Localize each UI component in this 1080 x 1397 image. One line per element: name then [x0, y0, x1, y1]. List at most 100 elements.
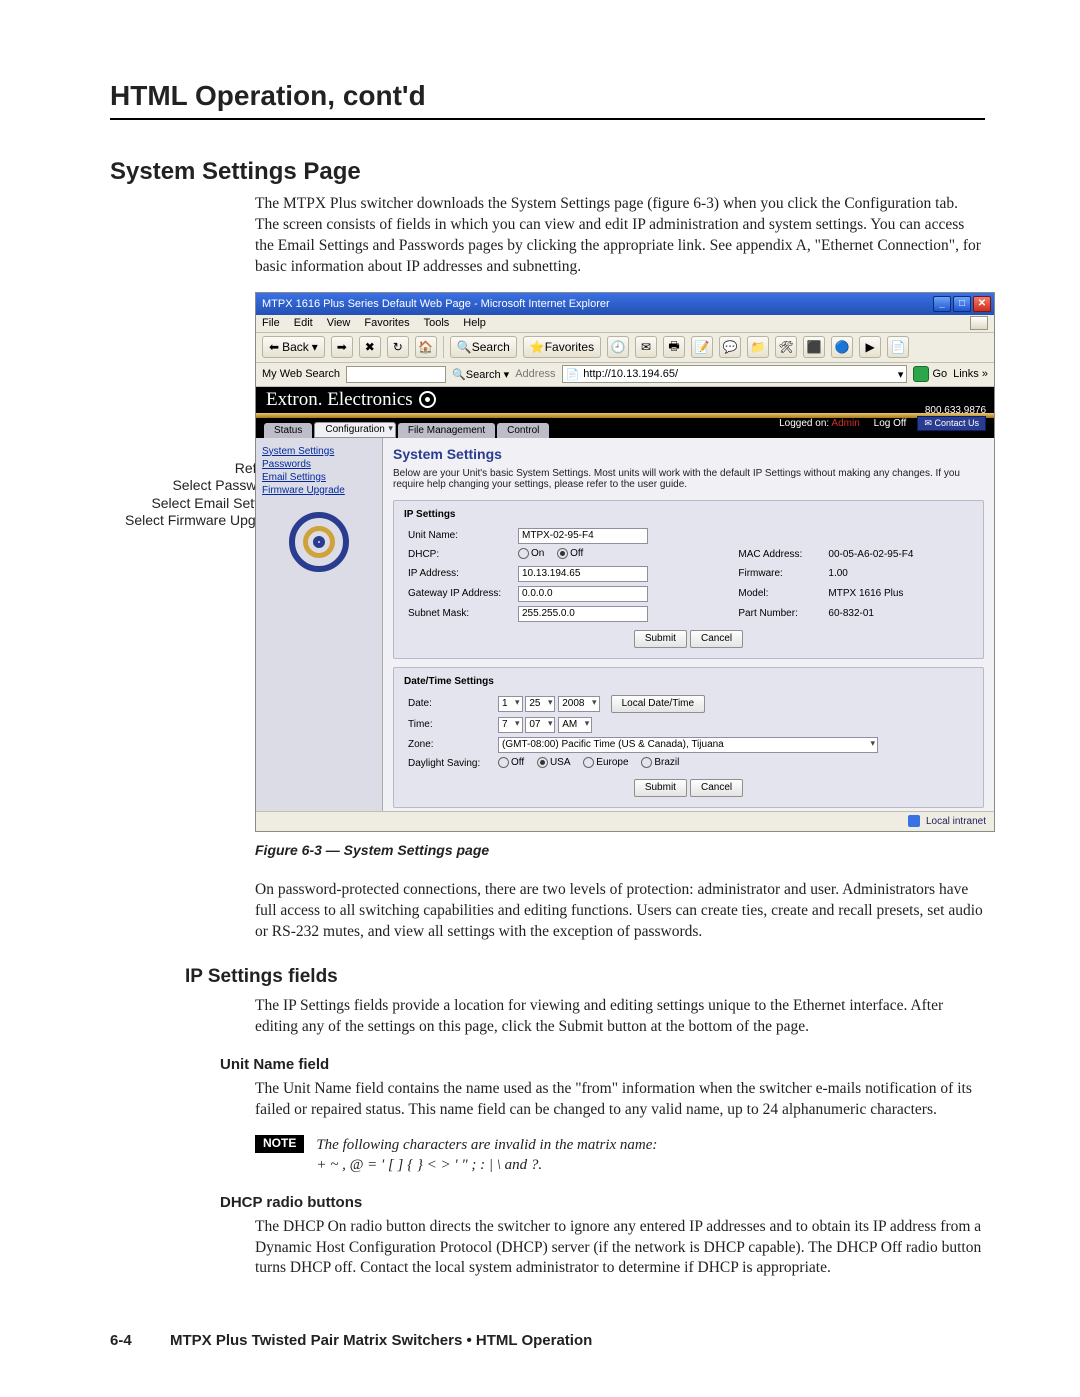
stop-button[interactable]: ✖: [359, 336, 381, 358]
section-unit-name: Unit Name field: [220, 1056, 985, 1073]
tab-file-management[interactable]: File Management: [398, 423, 495, 438]
time-ampm-select[interactable]: AM: [558, 717, 592, 733]
note-box: NOTE The following characters are invali…: [255, 1135, 985, 1176]
dt-submit-button[interactable]: Submit: [634, 779, 687, 797]
ip-label: IP Address:: [404, 564, 514, 584]
back-button[interactable]: ⬅ Back ▾: [262, 336, 325, 358]
unit-name-field[interactable]: MTPX-02-95-F4: [518, 528, 648, 544]
home-button[interactable]: 🏠: [415, 336, 437, 358]
subnet-field[interactable]: 255.255.0.0: [518, 606, 648, 622]
zone-label: Zone:: [404, 735, 494, 755]
model-label: Model:: [734, 584, 824, 604]
search-button[interactable]: 🔍 Search: [450, 336, 517, 358]
tab-configuration[interactable]: Configuration: [314, 422, 395, 438]
favorites-label: Favorites: [545, 340, 594, 354]
ds-usa-label: USA: [550, 757, 571, 768]
local-datetime-button[interactable]: Local Date/Time: [611, 695, 705, 713]
tab-status[interactable]: Status: [264, 423, 312, 438]
tb-icon-2[interactable]: 🛠: [775, 336, 797, 358]
dhcp-text: The DHCP On radio button directs the swi…: [255, 1217, 985, 1280]
menu-tools[interactable]: Tools: [424, 317, 450, 329]
model-value: MTPX 1616 Plus: [824, 584, 973, 604]
ds-off-radio[interactable]: Off: [498, 757, 524, 768]
ip-settings-title: IP Settings: [404, 509, 973, 520]
menu-favorites[interactable]: Favorites: [364, 317, 409, 329]
dhcp-off-label: Off: [570, 548, 583, 559]
date-month-select[interactable]: 1: [498, 696, 523, 712]
menu-view[interactable]: View: [327, 317, 351, 329]
forward-button[interactable]: ➡: [331, 336, 353, 358]
part-label: Part Number:: [734, 604, 824, 624]
dt-cancel-button[interactable]: Cancel: [690, 779, 743, 797]
tb-icon-1[interactable]: 📁: [747, 336, 769, 358]
fw-value: 1.00: [824, 564, 973, 584]
menu-help[interactable]: Help: [463, 317, 486, 329]
maximize-button[interactable]: □: [953, 296, 971, 312]
sidebar: System Settings Passwords Email Settings…: [256, 438, 383, 811]
url-text: http://10.13.194.65/: [583, 368, 678, 380]
logged-on-label: Logged on:: [779, 418, 829, 429]
sidebar-item-firmware[interactable]: Firmware Upgrade: [262, 485, 376, 496]
menu-file[interactable]: File: [262, 317, 280, 329]
links-label[interactable]: Links »: [953, 368, 988, 380]
sidebar-item-passwords[interactable]: Passwords: [262, 459, 376, 470]
date-day-select[interactable]: 25: [525, 696, 555, 712]
url-input[interactable]: 📄 http://10.13.194.65/ ▾: [562, 365, 908, 383]
contact-us-button[interactable]: ✉ Contact Us: [917, 416, 986, 431]
tb-icon-4[interactable]: 🔵: [831, 336, 853, 358]
time-label: Time:: [404, 715, 494, 735]
discuss-button[interactable]: 💬: [719, 336, 741, 358]
mac-label: MAC Address:: [734, 546, 824, 564]
mail-button[interactable]: ✉: [635, 336, 657, 358]
statusbar: Local intranet: [256, 811, 994, 831]
date-label: Date:: [404, 693, 494, 715]
myweb-search-button[interactable]: 🔍Search ▾: [452, 368, 509, 381]
gw-field[interactable]: 0.0.0.0: [518, 586, 648, 602]
go-label: Go: [932, 368, 947, 380]
time-min-select[interactable]: 07: [525, 717, 555, 733]
ds-eu-radio[interactable]: Europe: [583, 757, 628, 768]
ip-submit-button[interactable]: Submit: [634, 630, 687, 648]
ip-cancel-button[interactable]: Cancel: [690, 630, 743, 648]
figure-caption: Figure 6-3 — System Settings page: [255, 842, 985, 858]
ds-label: Daylight Saving:: [404, 755, 494, 773]
ds-usa-radio[interactable]: USA: [537, 757, 571, 768]
menu-edit[interactable]: Edit: [294, 317, 313, 329]
favorites-button[interactable]: ⭐ Favorites: [523, 336, 601, 358]
ip-field[interactable]: 10.13.194.65: [518, 566, 648, 582]
sidebar-logo-icon: [289, 512, 349, 572]
print-button[interactable]: 🖶: [663, 336, 685, 358]
address-label: Address: [515, 368, 555, 380]
page-title: HTML Operation, cont'd: [110, 80, 985, 120]
main-title: System Settings: [393, 446, 984, 462]
date-year-select[interactable]: 2008: [558, 696, 599, 712]
radio-icon: [557, 548, 568, 559]
radio-icon: [583, 757, 594, 768]
close-button[interactable]: ✕: [973, 296, 991, 312]
zone-select[interactable]: (GMT-08:00) Pacific Time (US & Canada), …: [498, 737, 878, 753]
refresh-button[interactable]: ↻: [387, 336, 409, 358]
tb-icon-3[interactable]: ⬛: [803, 336, 825, 358]
tb-icon-6[interactable]: 📄: [887, 336, 909, 358]
edit-button[interactable]: 📝: [691, 336, 713, 358]
logoff-link[interactable]: Log Off: [874, 418, 907, 429]
tb-icon-5[interactable]: ▶: [859, 336, 881, 358]
note-badge: NOTE: [255, 1135, 304, 1153]
go-button[interactable]: Go: [913, 366, 947, 382]
tab-control[interactable]: Control: [497, 423, 549, 438]
page-number: 6-4: [110, 1332, 150, 1349]
brand-logo-icon: [419, 391, 436, 408]
dhcp-off-radio[interactable]: Off: [557, 548, 583, 559]
ie-throbber-icon: [970, 316, 988, 330]
minimize-button[interactable]: _: [933, 296, 951, 312]
ds-br-radio[interactable]: Brazil: [641, 757, 679, 768]
myweb-input[interactable]: [346, 366, 446, 383]
sidebar-item-email[interactable]: Email Settings: [262, 472, 376, 483]
time-hour-select[interactable]: 7: [498, 717, 523, 733]
section-ip-fields: IP Settings fields: [185, 966, 985, 988]
radio-icon: [537, 757, 548, 768]
history-button[interactable]: 🕘: [607, 336, 629, 358]
zone-icon: [908, 815, 920, 827]
dhcp-on-radio[interactable]: On: [518, 548, 544, 559]
sidebar-item-system[interactable]: System Settings: [262, 446, 376, 457]
